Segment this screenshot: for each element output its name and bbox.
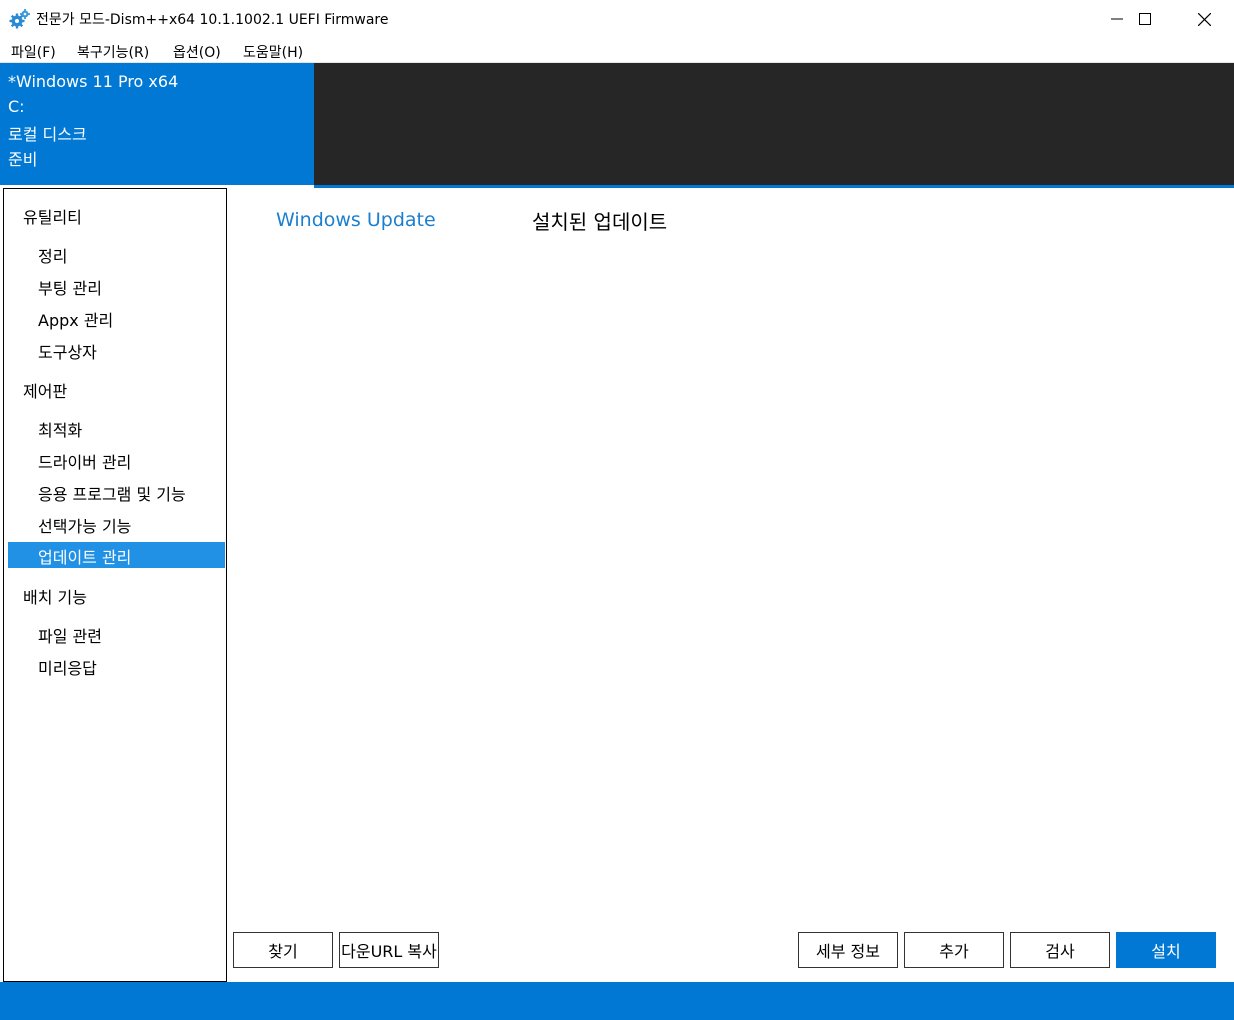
find-button[interactable]: 찾기 bbox=[233, 932, 333, 968]
close-icon bbox=[1197, 12, 1211, 26]
sidebar-item-appx[interactable]: Appx 관리 bbox=[8, 305, 225, 331]
sidebar-item-apps[interactable]: 응용 프로그램 및 기능 bbox=[8, 479, 225, 505]
scan-button[interactable]: 검사 bbox=[1010, 932, 1110, 968]
sidebar-item-optimize[interactable]: 최적화 bbox=[8, 415, 225, 441]
image-drive: C: bbox=[8, 97, 25, 116]
gears-icon bbox=[9, 9, 30, 29]
sidebar-item-label: 업데이트 관리 bbox=[38, 548, 132, 567]
menu-file[interactable]: 파일(F) bbox=[11, 42, 56, 62]
title-bar: 전문가 모드-Dism++x64 10.1.1002.1 UEFI Firmwa… bbox=[0, 0, 1234, 38]
add-button[interactable]: 추가 bbox=[904, 932, 1004, 968]
sidebar-item-label: 응용 프로그램 및 기능 bbox=[38, 485, 186, 504]
sidebar-item-label: 도구상자 bbox=[38, 343, 97, 362]
sidebar-item-label: 부팅 관리 bbox=[38, 279, 102, 298]
sidebar-item-label: 드라이버 관리 bbox=[38, 453, 132, 472]
menu-bar: 파일(F) 복구기능(R) 옵션(O) 도움말(H) bbox=[0, 38, 1234, 63]
tab-installed-updates[interactable]: 설치된 업데이트 bbox=[532, 206, 667, 235]
sidebar-item-label: Appx 관리 bbox=[38, 311, 114, 330]
close-button[interactable] bbox=[1175, 0, 1233, 38]
menu-help[interactable]: 도움말(H) bbox=[243, 42, 303, 62]
image-session-panel[interactable]: *Windows 11 Pro x64 C: 로컬 디스크 준비 bbox=[0, 63, 314, 185]
sidebar-item-drivers[interactable]: 드라이버 관리 bbox=[8, 447, 225, 473]
sidebar-item-updates[interactable]: 업데이트 관리 bbox=[8, 542, 225, 568]
copy-download-url-button[interactable]: 다운URL 복사 bbox=[339, 932, 439, 968]
sidebar-item-answer-file[interactable]: 미리응답 bbox=[8, 653, 225, 679]
sidebar-item-label: 정리 bbox=[38, 247, 68, 266]
sidebar-item-label: 파일 관련 bbox=[38, 627, 102, 646]
sidebar-item-boot[interactable]: 부팅 관리 bbox=[8, 273, 225, 299]
sidebar-item-files[interactable]: 파일 관련 bbox=[8, 621, 225, 647]
sidebar-heading-deploy: 배치 기능 bbox=[23, 588, 87, 607]
tab-windows-update[interactable]: Windows Update bbox=[276, 209, 436, 231]
status-bar bbox=[0, 982, 1234, 1020]
sidebar-item-cleanup[interactable]: 정리 bbox=[8, 241, 225, 267]
sidebar-item-optional-features[interactable]: 선택가능 기능 bbox=[8, 511, 225, 537]
sidebar-item-label: 선택가능 기능 bbox=[38, 517, 132, 536]
maximize-icon bbox=[1139, 13, 1151, 25]
window-title: 전문가 모드-Dism++x64 10.1.1002.1 UEFI Firmwa… bbox=[36, 12, 389, 28]
image-volume: 로컬 디스크 bbox=[8, 125, 87, 144]
menu-options[interactable]: 옵션(O) bbox=[173, 42, 221, 62]
install-button[interactable]: 설치 bbox=[1116, 932, 1216, 968]
details-button[interactable]: 세부 정보 bbox=[798, 932, 898, 968]
sidebar-heading-utilities: 유틸리티 bbox=[23, 208, 82, 227]
sidebar-item-label: 최적화 bbox=[38, 421, 83, 440]
sidebar: 유틸리티 정리 부팅 관리 Appx 관리 도구상자 제어판 최적화 드라이버 … bbox=[3, 188, 227, 982]
sidebar-item-toolbox[interactable]: 도구상자 bbox=[8, 337, 225, 363]
menu-restore[interactable]: 복구기능(R) bbox=[77, 42, 149, 62]
update-list[interactable] bbox=[233, 248, 1223, 918]
main-content: Windows Update 설치된 업데이트 찾기 다운URL 복사 세부 정… bbox=[228, 188, 1234, 980]
image-name: *Windows 11 Pro x64 bbox=[8, 72, 179, 91]
sidebar-item-label: 미리응답 bbox=[38, 659, 97, 678]
image-status: 준비 bbox=[8, 150, 38, 169]
maximize-button[interactable] bbox=[1116, 0, 1174, 38]
sidebar-heading-control-panel: 제어판 bbox=[23, 382, 68, 401]
session-list-area bbox=[314, 63, 1234, 185]
